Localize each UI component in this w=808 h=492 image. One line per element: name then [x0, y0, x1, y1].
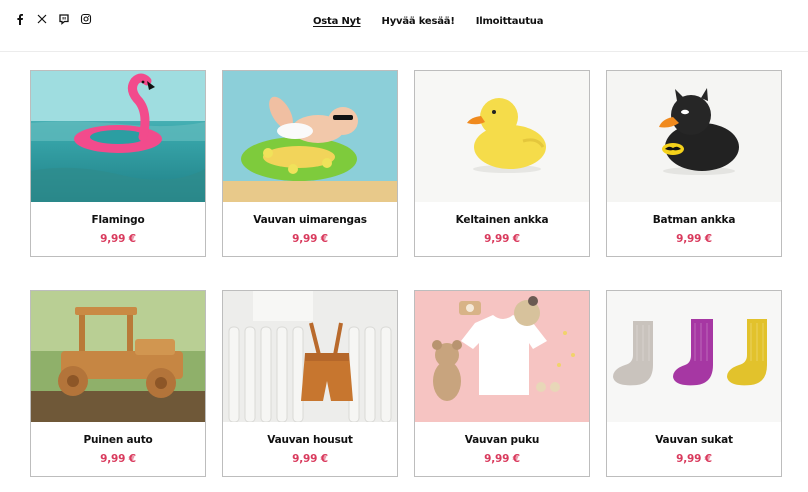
- discord-icon[interactable]: [57, 12, 70, 25]
- product-card[interactable]: Puinen auto 9,99 €: [30, 290, 206, 477]
- baby-outfit-photo: [415, 291, 589, 422]
- product-card[interactable]: Vauvan sukat 9,99 €: [606, 290, 782, 477]
- nav-link-hyvaa-kesaa[interactable]: Hyvää kesää!: [382, 16, 455, 27]
- yellow-rubber-duck-photo: [415, 71, 589, 202]
- x-icon[interactable]: [35, 12, 48, 25]
- facebook-icon[interactable]: [13, 12, 26, 25]
- nav-link-ilmoittautua[interactable]: Ilmoittautua: [476, 16, 544, 27]
- product-card[interactable]: Batman ankka 9,99 €: [606, 70, 782, 257]
- product-price: 9,99 €: [292, 233, 328, 245]
- product-name: Vauvan puku: [464, 434, 540, 446]
- product-price: 9,99 €: [484, 453, 520, 465]
- product-price: 9,99 €: [676, 233, 712, 245]
- site-header: Osta Nyt Hyvää kesää! Ilmoittautua: [0, 0, 808, 52]
- product-price: 9,99 €: [676, 453, 712, 465]
- batman-rubber-duck-photo: [607, 71, 781, 202]
- product-card[interactable]: Flamingo 9,99 €: [30, 70, 206, 257]
- instagram-icon[interactable]: [79, 12, 92, 25]
- nav-link-osta-nyt[interactable]: Osta Nyt: [313, 16, 361, 27]
- baby-pants-photo: [223, 291, 397, 422]
- product-price: 9,99 €: [100, 453, 136, 465]
- product-card[interactable]: Vauvan uimarengas 9,99 €: [222, 70, 398, 257]
- product-grid: Flamingo 9,99 € Vauvan uimarengas 9,99 €: [30, 70, 782, 477]
- social-links: [13, 12, 92, 25]
- product-price: 9,99 €: [100, 233, 136, 245]
- main-nav: Osta Nyt Hyvää kesää! Ilmoittautua: [313, 16, 543, 27]
- baby-swim-ring-photo: [223, 71, 397, 202]
- product-price: 9,99 €: [484, 233, 520, 245]
- product-name: Flamingo: [91, 214, 145, 226]
- product-name: Batman ankka: [652, 214, 736, 226]
- product-card[interactable]: Vauvan puku 9,99 €: [414, 290, 590, 477]
- product-name: Vauvan uimarengas: [253, 214, 367, 226]
- product-name: Vauvan sukat: [655, 434, 733, 446]
- flamingo-float-photo: [31, 71, 205, 202]
- product-name: Keltainen ankka: [455, 214, 549, 226]
- baby-socks-photo: [607, 291, 781, 422]
- product-card[interactable]: Keltainen ankka 9,99 €: [414, 70, 590, 257]
- product-name: Puinen auto: [83, 434, 153, 446]
- product-name: Vauvan housut: [267, 434, 353, 446]
- product-card[interactable]: Vauvan housut 9,99 €: [222, 290, 398, 477]
- product-price: 9,99 €: [292, 453, 328, 465]
- wooden-car-photo: [31, 291, 205, 422]
